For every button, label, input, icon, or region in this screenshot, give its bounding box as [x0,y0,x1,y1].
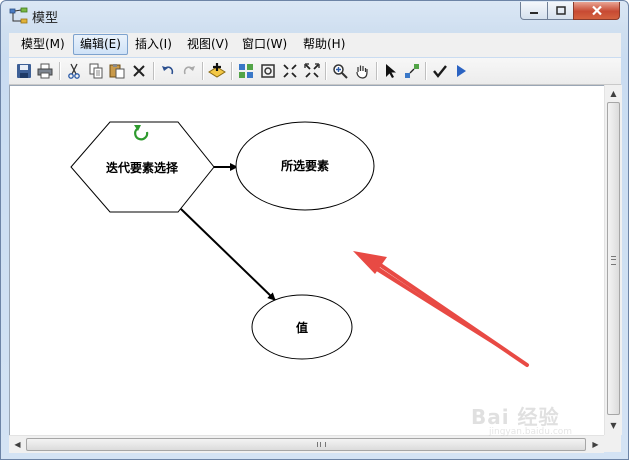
iterator-node[interactable]: 迭代要素选择 [70,121,215,213]
grip-icon [317,442,326,447]
connector-iterator-to-value[interactable] [180,208,276,301]
watermark-text: Bai 经验 [471,405,560,429]
scrollbar-corner [604,435,621,452]
annotation-arrow [353,251,529,367]
iterator-node-label: 迭代要素选择 [106,160,179,175]
output-node-label: 所选要素 [281,158,329,173]
scroll-right-icon[interactable]: ▶ [589,438,602,451]
horizontal-scroll-thumb[interactable] [26,438,586,451]
scroll-up-icon[interactable]: ▲ [607,87,620,100]
vertical-scroll-thumb[interactable] [607,102,620,415]
value-node-label: 值 [296,320,308,335]
model-window: 模型 模型(M) 编辑(E) 插入(I) 视图(V) 窗口(W) 帮助(H) 迭… [0,0,629,460]
output-node[interactable]: 所选要素 [235,121,375,211]
grip-icon [611,256,616,265]
value-node[interactable]: 值 [251,294,353,360]
vertical-scrollbar[interactable]: ▲ ▼ [604,85,622,435]
baidu-watermark: Bai 经验 jingyan.baidu.com [471,391,621,437]
scroll-left-icon[interactable]: ◀ [11,438,24,451]
watermark-subtext: jingyan.baidu.com [489,427,573,437]
horizontal-scrollbar[interactable]: ◀ ▶ [9,435,604,453]
